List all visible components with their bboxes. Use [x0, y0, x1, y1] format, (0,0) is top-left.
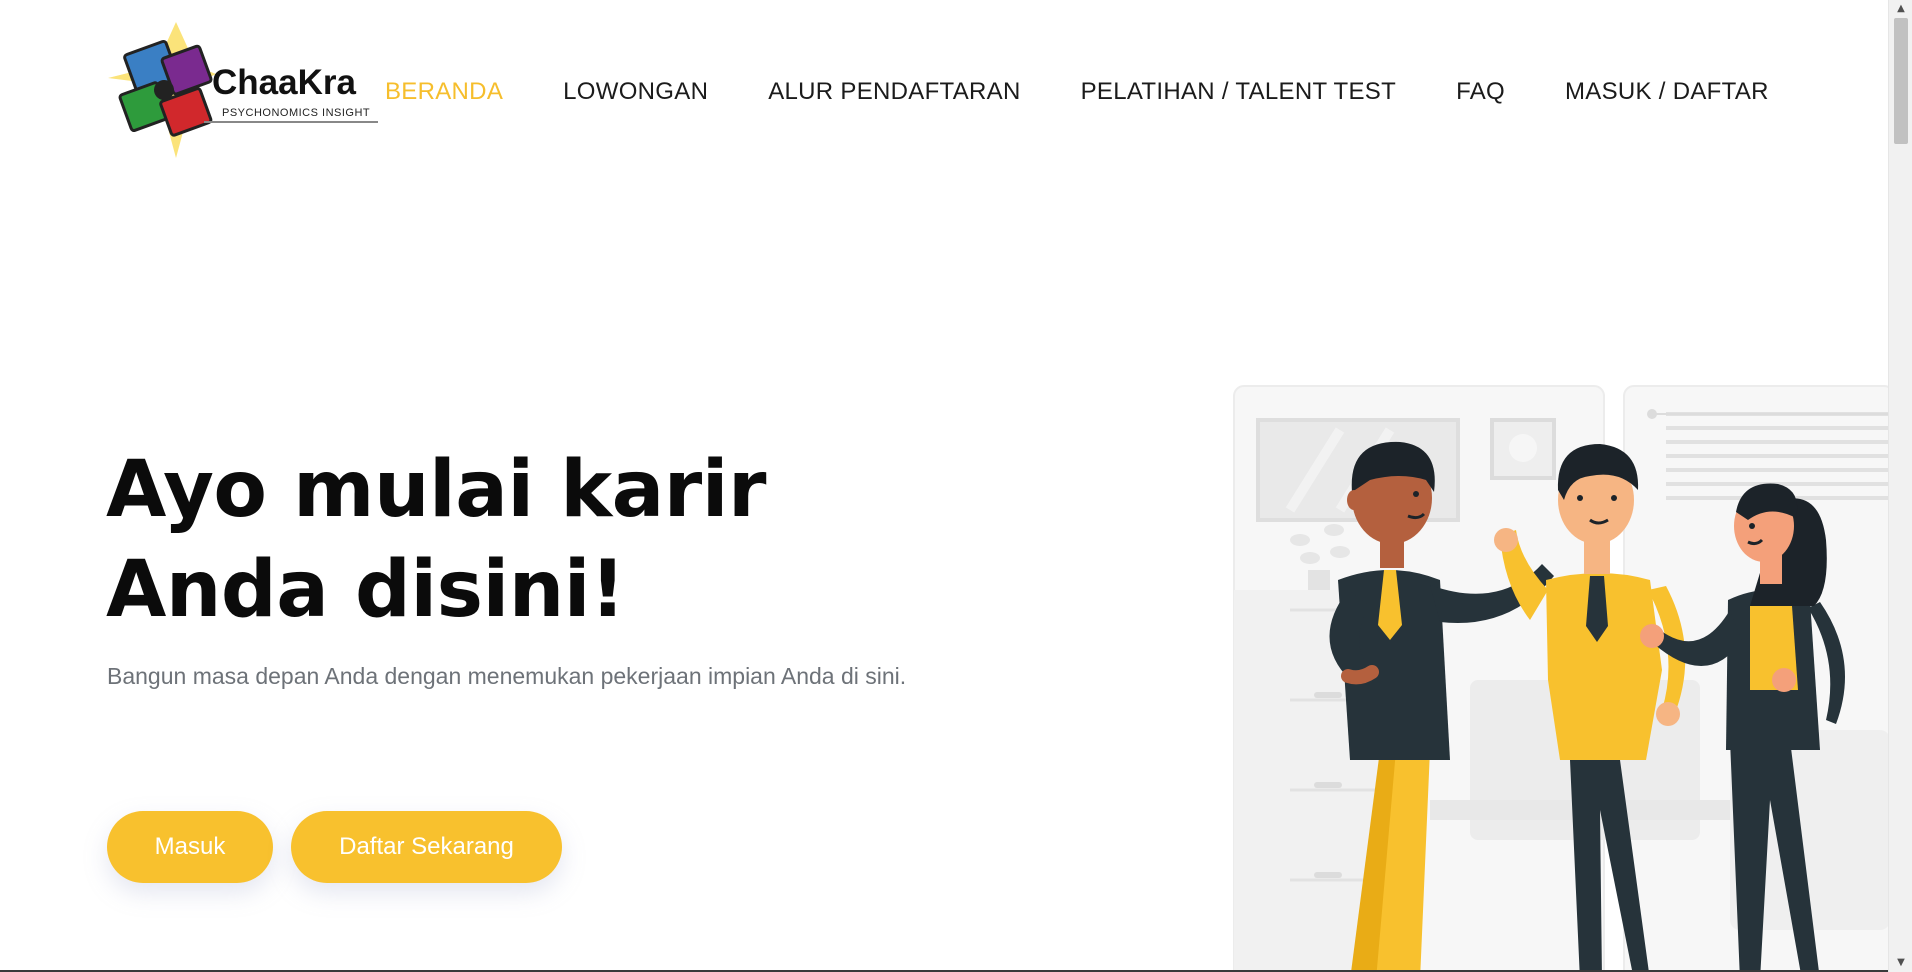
hero-title-line-2: Anda disini! — [106, 545, 626, 635]
chaakra-logo[interactable]: ChaaKra PSYCHONOMICS INSIGHT — [104, 22, 380, 158]
scrollbar-thumb[interactable] — [1894, 18, 1908, 144]
logo-wordmark: ChaaKra — [212, 63, 356, 102]
main-nav: BERANDA LOWONGAN ALUR PENDAFTARAN PELATI… — [385, 78, 1769, 106]
register-button[interactable]: Daftar Sekarang — [291, 811, 562, 883]
nav-item-alur-pendaftaran[interactable]: ALUR PENDAFTARAN — [768, 78, 1020, 106]
hero-title: Ayo mulai karir Anda disini! — [106, 440, 766, 640]
scroll-up-arrow-icon[interactable]: ▲ — [1889, 0, 1912, 18]
nav-item-lowongan[interactable]: LOWONGAN — [563, 78, 708, 106]
viewport: ChaaKra PSYCHONOMICS INSIGHT BERANDA LOW… — [0, 0, 1888, 972]
logo-tagline: PSYCHONOMICS INSIGHT — [222, 107, 370, 119]
scroll-down-arrow-icon[interactable]: ▼ — [1889, 954, 1912, 972]
login-button[interactable]: Masuk — [107, 811, 273, 883]
nav-item-masuk-daftar[interactable]: MASUK / DAFTAR — [1565, 78, 1769, 106]
page: ChaaKra PSYCHONOMICS INSIGHT BERANDA LOW… — [0, 0, 1912, 972]
logo-emblem — [118, 39, 213, 137]
hero-subtitle: Bangun masa depan Anda dengan menemukan … — [107, 663, 907, 689]
hero-title-line-1: Ayo mulai karir — [106, 445, 766, 535]
nav-item-pelatihan-talent-test[interactable]: PELATIHAN / TALENT TEST — [1081, 78, 1396, 106]
nav-item-beranda[interactable]: BERANDA — [385, 78, 503, 106]
nav-item-faq[interactable]: FAQ — [1456, 78, 1505, 106]
vertical-scrollbar[interactable]: ▲ ▼ — [1888, 0, 1912, 972]
hero-illustration — [1233, 385, 1888, 972]
